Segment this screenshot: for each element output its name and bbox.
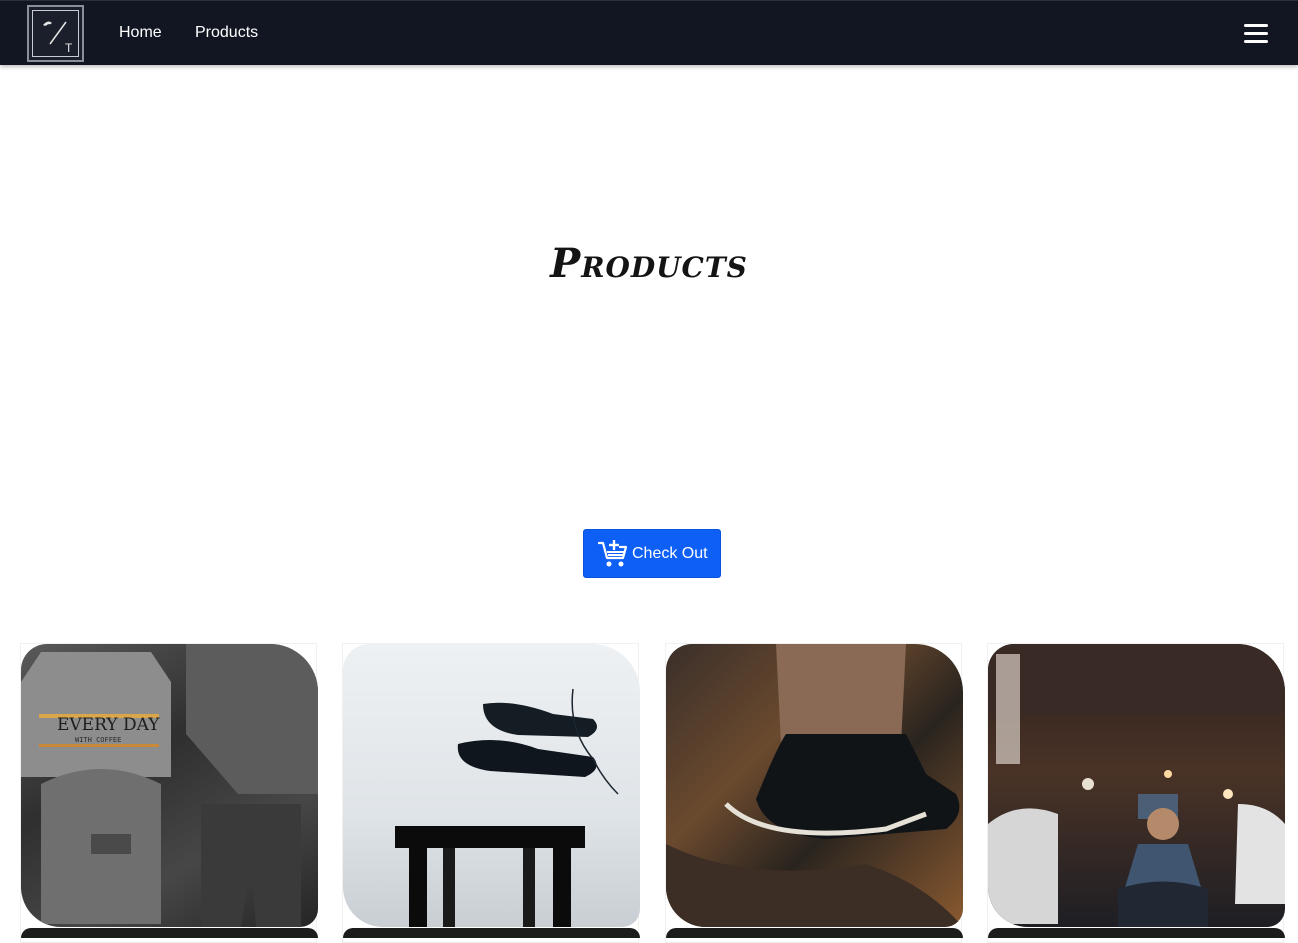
hamburger-menu-icon[interactable] <box>1244 23 1269 45</box>
nav-link-home[interactable]: Home <box>119 23 162 43</box>
check-out-label: Check Out <box>632 545 708 562</box>
cart-plus-icon <box>597 540 628 567</box>
card-footer <box>666 928 963 938</box>
card-footer <box>21 928 318 938</box>
check-out-button[interactable]: Check Out <box>583 529 721 578</box>
product-card[interactable] <box>342 643 640 943</box>
product-image-dress-shoes[interactable] <box>343 644 640 927</box>
product-image-man-street[interactable] <box>988 644 1285 927</box>
product-image-clothes-flatlay[interactable]: EVERY DAY WITH COFFEE <box>21 644 318 927</box>
product-card[interactable] <box>665 643 963 943</box>
top-navbar: T Home Products <box>0 0 1298 65</box>
nav-link-products[interactable]: Products <box>195 23 258 43</box>
svg-text:WITH COFFEE: WITH COFFEE <box>75 736 121 744</box>
logo-mark-icon: T <box>43 21 73 55</box>
logo-frame: T <box>32 10 79 57</box>
svg-text:EVERY DAY: EVERY DAY <box>57 715 160 735</box>
brand-logo[interactable]: T <box>27 5 84 62</box>
product-card[interactable] <box>987 643 1285 943</box>
product-card[interactable]: EVERY DAY WITH COFFEE <box>20 643 318 943</box>
page-title: Products <box>550 240 748 287</box>
card-footer <box>988 928 1285 938</box>
card-footer <box>343 928 640 938</box>
product-image-black-sneaker[interactable] <box>666 644 963 927</box>
svg-text:T: T <box>65 41 73 55</box>
